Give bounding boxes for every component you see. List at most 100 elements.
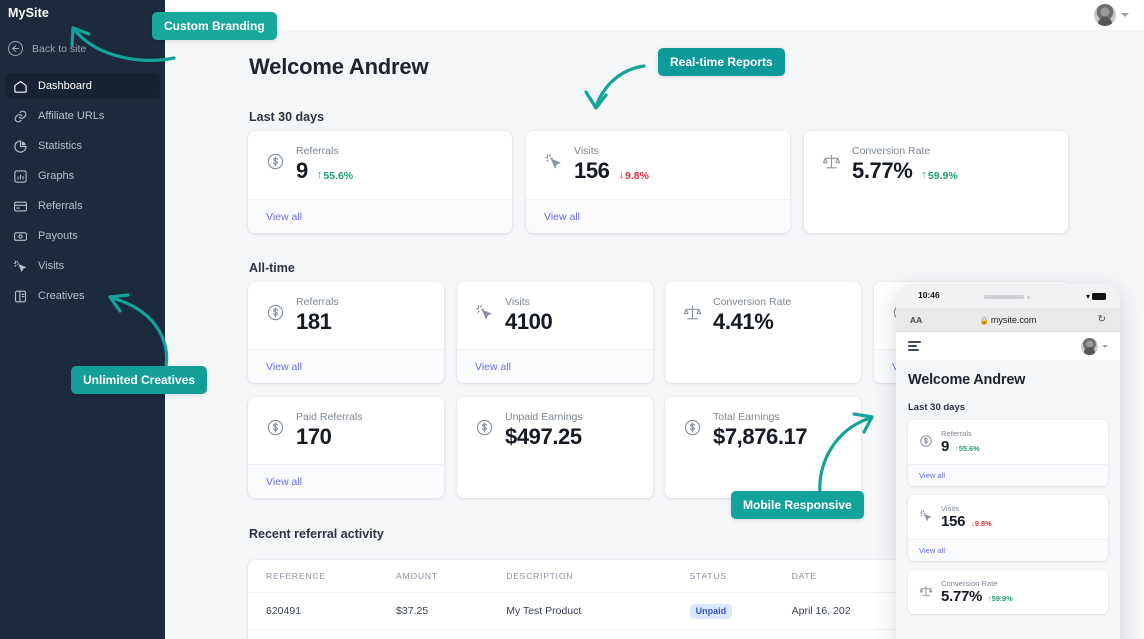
card-body: Conversion Rate 5.77% ↑59.9% (804, 131, 1068, 184)
sidebar-item-graphs[interactable]: Graphs (5, 163, 160, 189)
card-text: Conversion Rate 5.77% ↑59.9% (941, 579, 1013, 605)
card-label: Referrals (941, 429, 972, 438)
card-body: Total Earnings $7,876.17 (665, 397, 861, 450)
card-value-row: 9 ↑55.6% (941, 438, 980, 455)
sidebar-item-dashboard[interactable]: Dashboard (5, 73, 160, 99)
sidebar-item-referrals[interactable]: Referrals (5, 193, 160, 219)
view-all-link[interactable]: View all (544, 211, 580, 223)
phone-page-title: Welcome Andrew (908, 372, 1026, 388)
app-root: MySite Back to site Dashboard Affiliate … (0, 0, 1144, 639)
view-all-link[interactable]: View all (266, 361, 302, 373)
card-body: Paid Referrals 170 (248, 397, 444, 450)
brand-logo[interactable]: MySite (8, 6, 49, 20)
stat-card-conversion-alltime[interactable]: Conversion Rate 4.41% (665, 282, 861, 383)
avatar (1094, 4, 1116, 26)
card-value: 181 (296, 309, 332, 335)
card-footer: View all (908, 539, 1108, 561)
card-body: Visits 4100 (457, 282, 653, 335)
card-value-row: 156 ↓9.8% (941, 513, 992, 530)
stat-card-unpaid-earnings[interactable]: Unpaid Earnings $497.25 (457, 397, 653, 498)
card-value: 9 (296, 158, 308, 184)
home-icon (13, 79, 28, 94)
view-all-link[interactable]: View all (919, 546, 945, 555)
table-header-row: REFERENCE AMOUNT DESCRIPTION STATUS DATE (248, 560, 900, 593)
card-label: Paid Referrals (296, 411, 363, 423)
phone-user-menu[interactable] (1081, 337, 1108, 355)
top-bar (165, 0, 1144, 30)
dollar-circle-icon (683, 418, 702, 437)
sidebar-item-label: Dashboard (38, 79, 92, 92)
card-body: Referrals 181 (248, 282, 444, 335)
phone-clock: 10:46 (918, 290, 940, 300)
stat-card-referrals-alltime[interactable]: Referrals 181 View all (248, 282, 444, 383)
delta-value: 55.6% (323, 169, 354, 182)
stat-card-conversion-30d[interactable]: Conversion Rate 5.77% ↑ 59.9% (804, 131, 1068, 233)
card-footer: View all (457, 349, 653, 383)
phone-stat-card-conversion[interactable]: Conversion Rate 5.77% ↑59.9% (908, 570, 1108, 614)
view-all-link[interactable]: View all (266, 476, 302, 488)
text-size-icon[interactable]: AA (910, 315, 922, 325)
cell-status: Unpaid (689, 603, 792, 619)
table-row[interactable] (248, 630, 900, 639)
back-arrow-icon (8, 41, 23, 56)
delta-up: ↑59.9% (921, 170, 957, 182)
phone-address-bar[interactable]: AA 🔒 mysite.com ↻ (896, 308, 1120, 332)
sidebar-item-statistics[interactable]: Statistics (5, 133, 160, 159)
view-all-link[interactable]: View all (475, 361, 511, 373)
delta-up: ↑55.6% (317, 170, 353, 182)
card-footer: View all (526, 199, 790, 233)
delta-up: ↑55.6% (955, 444, 980, 453)
wifi-icon: ▾ (1085, 292, 1090, 301)
stat-card-referrals-30d[interactable]: Referrals 9 ↑ 55.6% View all (248, 131, 512, 233)
card-text: Referrals 9 ↑55.6% (941, 429, 980, 455)
sidebar-item-creatives[interactable]: Creatives (5, 283, 160, 309)
card-body: Unpaid Earnings $497.25 (457, 397, 653, 450)
card-value: 4100 (505, 309, 553, 335)
phone-stat-card-visits[interactable]: Visits 156 ↓9.8% View all (908, 495, 1108, 561)
phone-stat-card-referrals[interactable]: Referrals 9 ↑55.6% View all (908, 420, 1108, 486)
card-text: Visits 156 ↓9.8% (941, 504, 992, 530)
stat-card-total-earnings[interactable]: Total Earnings $7,876.17 (665, 397, 861, 498)
dollar-circle-icon (919, 434, 933, 448)
sidebar-item-visits[interactable]: Visits (5, 253, 160, 279)
card-value: 4.41% (713, 309, 774, 335)
phone-app-bar (896, 332, 1120, 360)
user-menu[interactable] (1094, 4, 1129, 26)
delta-down: ↓9.8% (619, 170, 649, 182)
card-value: $7,876.17 (713, 424, 808, 450)
annotation-realtime-reports: Real-time Reports (658, 48, 785, 76)
stat-card-visits-30d[interactable]: Visits 156 ↓ 9.8% View all (526, 131, 790, 233)
chevron-down-icon (1121, 13, 1129, 17)
card-text: Referrals 9 ↑55.6% (296, 145, 353, 184)
phone-content: Welcome Andrew Last 30 days Referrals 9 … (896, 360, 1120, 639)
cell-date: April 16, 202 (791, 605, 851, 617)
card-label: Total Earnings (713, 411, 780, 423)
sidebar-item-payouts[interactable]: Payouts (5, 223, 160, 249)
hamburger-menu-icon[interactable] (908, 340, 921, 352)
card-value: 156 (941, 513, 966, 530)
card-body: Visits 156 ↓9.8% (526, 131, 790, 184)
card-value-row: 156 ↓9.8% (574, 158, 649, 184)
card-value-row: 5.77% ↑59.9% (941, 588, 1013, 605)
card-label: Visits (941, 504, 960, 513)
cell-description: My Test Product (506, 605, 582, 617)
reload-icon[interactable]: ↻ (1098, 314, 1106, 325)
card-body: Referrals 9 ↑55.6% (908, 420, 1108, 464)
sidebar-item-affiliate-urls[interactable]: Affiliate URLs (5, 103, 160, 129)
view-all-link[interactable]: View all (266, 211, 302, 223)
card-value: 170 (296, 424, 332, 450)
annotation-custom-branding: Custom Branding (152, 12, 277, 40)
stat-card-paid-referrals[interactable]: Paid Referrals 170 View all (248, 397, 444, 498)
back-to-site-link[interactable]: Back to site (8, 41, 86, 56)
chevron-down-icon (1102, 344, 1108, 348)
phone-domain: mysite.com (990, 314, 1037, 325)
recent-referral-table: REFERENCE AMOUNT DESCRIPTION STATUS DATE… (248, 560, 900, 639)
view-all-link[interactable]: View all (919, 471, 945, 480)
column-header-description: DESCRIPTION (506, 571, 574, 581)
link-icon (13, 109, 28, 124)
dollar-circle-icon (475, 418, 494, 437)
table-row[interactable]: 620491 $37.25 My Test Product Unpaid Apr… (248, 593, 900, 630)
stat-card-visits-alltime[interactable]: Visits 4100 View all (457, 282, 653, 383)
arrow-down-icon: ↓ (618, 169, 625, 182)
image-icon (13, 289, 28, 304)
